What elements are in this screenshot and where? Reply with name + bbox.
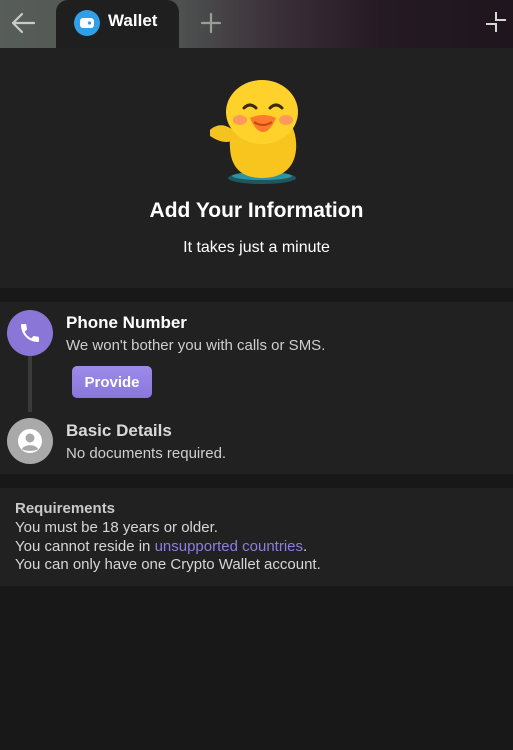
steps-panel: Phone Number We won't bother you with ca… bbox=[0, 302, 513, 474]
provide-button[interactable]: Provide bbox=[72, 366, 152, 398]
requirement-residence: You cannot reside in unsupported countri… bbox=[15, 538, 307, 555]
arrow-left-icon bbox=[11, 12, 36, 34]
duck-sticker-icon bbox=[210, 80, 298, 184]
requirement-age: You must be 18 years or older. bbox=[15, 519, 218, 536]
page-subtitle: It takes just a minute bbox=[183, 239, 330, 256]
wallet-icon bbox=[74, 10, 100, 36]
step-details-description: No documents required. bbox=[66, 445, 227, 462]
title-bar: Wallet bbox=[0, 0, 513, 48]
requirement-single-account: You can only have one Crypto Wallet acco… bbox=[15, 556, 321, 573]
step-phone-badge bbox=[7, 310, 53, 356]
step-details-badge bbox=[7, 418, 53, 464]
page-title: Add Your Information bbox=[149, 199, 364, 222]
plus-icon bbox=[200, 12, 222, 34]
requirement-residence-text: You cannot reside in bbox=[15, 538, 155, 555]
user-icon bbox=[18, 429, 42, 453]
tab-wallet[interactable]: Wallet bbox=[56, 0, 179, 48]
requirements-title: Requirements bbox=[15, 500, 116, 517]
requirements-panel: Requirements You must be 18 years or old… bbox=[0, 488, 513, 586]
minimize-button[interactable] bbox=[482, 8, 510, 36]
unsupported-countries-link[interactable]: unsupported countries bbox=[155, 538, 303, 555]
hero-section: Add Your Information It takes just a min… bbox=[0, 48, 513, 288]
step-details-title: Basic Details bbox=[66, 421, 172, 440]
new-tab-button[interactable] bbox=[196, 8, 226, 38]
back-button[interactable] bbox=[6, 8, 40, 38]
minimize-icon bbox=[486, 12, 506, 32]
step-phone-description: We won't bother you with calls or SMS. bbox=[66, 337, 326, 354]
tab-label: Wallet bbox=[108, 11, 158, 30]
step-connector bbox=[28, 356, 32, 412]
step-phone-title: Phone Number bbox=[66, 313, 187, 332]
requirement-residence-suffix: . bbox=[303, 538, 308, 555]
phone-icon bbox=[21, 324, 39, 342]
